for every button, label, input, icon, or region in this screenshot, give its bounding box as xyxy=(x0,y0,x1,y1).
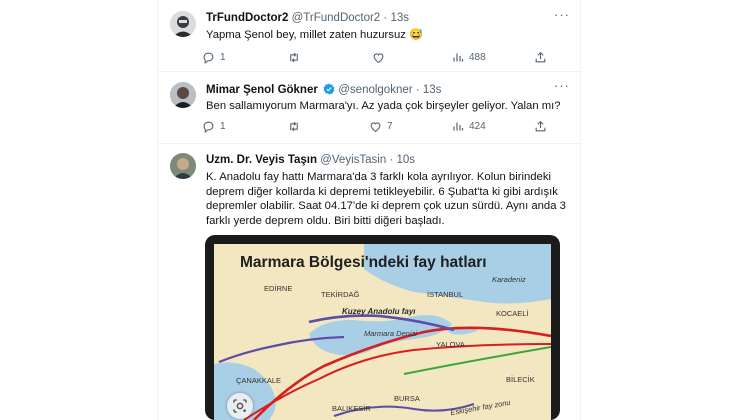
map-label-karadeniz: Karadeniz xyxy=(492,275,526,284)
like-button[interactable] xyxy=(372,51,390,64)
author-name[interactable]: Mimar Şenol Gökner xyxy=(206,84,318,96)
tweet-actions: 1 488 xyxy=(202,51,572,67)
tweet-text-line: farklı yerde deprem oldu. Biri bitti diğ… xyxy=(206,214,445,227)
tweet-header: TrFundDoctor2 @TrFundDoctor2 · 13s xyxy=(206,12,409,24)
share-button[interactable] xyxy=(534,120,547,133)
map-label-edirne: EDİRNE xyxy=(264,284,293,293)
views-icon xyxy=(453,53,464,62)
map-label-bursa: BURSA xyxy=(394,394,420,403)
share-icon xyxy=(535,120,546,132)
map-label-tekirdag: TEKİRDAĞ xyxy=(321,290,360,299)
retweet-icon xyxy=(290,52,298,63)
tweet-text: Ben sallamıyorum Marmara'yı. Az yada çok… xyxy=(206,100,561,112)
views-icon xyxy=(453,122,464,131)
map-label-balikesir: BALIKESİR xyxy=(332,404,371,413)
retweet-icon xyxy=(290,121,298,132)
google-lens-icon xyxy=(233,399,247,413)
tweet-text: K. Anadolu fay hattı Marmara'da 3 farklı… xyxy=(206,170,568,228)
author-name[interactable]: Uzm. Dr. Veyis Taşın xyxy=(206,154,317,166)
views-count: 424 xyxy=(469,121,486,132)
google-lens-button[interactable] xyxy=(227,393,253,419)
like-count: 7 xyxy=(387,121,393,132)
reply-icon xyxy=(203,121,214,133)
tweet-actions: 1 7 424 xyxy=(202,120,572,136)
avatar[interactable] xyxy=(170,11,196,37)
tweet-media-image[interactable]: Marmara Bölgesi'ndeki fay hatları Karade… xyxy=(205,235,560,420)
views-button[interactable]: 424 xyxy=(452,120,486,133)
reply-count: 1 xyxy=(220,52,226,63)
like-icon xyxy=(370,122,381,133)
timestamp[interactable]: · 13s xyxy=(383,12,409,24)
fault-line-green xyxy=(403,346,551,375)
reply-count: 1 xyxy=(220,121,226,132)
views-count: 488 xyxy=(469,52,486,63)
more-icon[interactable]: ··· xyxy=(554,78,570,93)
author-handle[interactable]: @senolgokner xyxy=(338,84,412,96)
map-label-istanbul: İSTANBUL xyxy=(427,290,464,299)
tweet-text-line: deprem diğer kollarda ki depremi tetikle… xyxy=(206,185,558,198)
avatar[interactable] xyxy=(170,153,196,179)
page: TrFundDoctor2 @TrFundDoctor2 · 13s ··· Y… xyxy=(0,0,730,420)
like-icon xyxy=(373,53,384,64)
tweet-text-line: depremler olabilir. Saat 04.17'de ki dep… xyxy=(206,200,566,212)
author-name[interactable]: TrFundDoctor2 xyxy=(206,12,288,24)
map-label-yalova: YALOVA xyxy=(436,340,465,349)
tweet-header: Uzm. Dr. Veyis Taşın @VeyisTasin · 10s xyxy=(206,154,415,166)
timestamp[interactable]: · 10s xyxy=(389,154,415,166)
map-title: Marmara Bölgesi'ndeki fay hatları xyxy=(240,254,487,271)
timestamp[interactable]: · 13s xyxy=(416,84,442,96)
map-label-kocaeli: KOCAELİ xyxy=(496,309,529,318)
tweet-2[interactable]: Mimar Şenol Gökner @senolgokner · 13s ··… xyxy=(158,72,582,144)
author-handle[interactable]: @VeyisTasin xyxy=(320,154,386,166)
share-button[interactable] xyxy=(534,51,547,64)
reply-icon xyxy=(203,52,214,64)
tweet-1[interactable]: TrFundDoctor2 @TrFundDoctor2 · 13s ··· Y… xyxy=(158,0,582,72)
tweet-text: Yapma Şenol bey, millet zaten huzursuz 😅 xyxy=(206,29,424,41)
author-handle[interactable]: @TrFundDoctor2 xyxy=(292,12,381,24)
map-label-bilecik: BİLECİK xyxy=(506,375,535,384)
retweet-button[interactable] xyxy=(287,51,306,64)
like-button[interactable]: 7 xyxy=(369,120,393,133)
tweet-header: Mimar Şenol Gökner @senolgokner · 13s xyxy=(206,83,441,96)
retweet-button[interactable] xyxy=(287,120,306,133)
more-icon[interactable]: ··· xyxy=(554,7,570,22)
reply-button[interactable]: 1 xyxy=(202,51,226,64)
map-label-sea: Marmara Denizi xyxy=(364,329,417,338)
fault-map: Marmara Bölgesi'ndeki fay hatları Karade… xyxy=(214,244,551,420)
tweet-text-line: K. Anadolu fay hattı Marmara'da 3 farklı… xyxy=(206,171,552,183)
verified-badge-icon xyxy=(323,83,335,95)
views-button[interactable]: 488 xyxy=(452,51,486,64)
reply-button[interactable]: 1 xyxy=(202,120,226,133)
share-icon xyxy=(535,51,546,63)
map-label-fault: Kuzey Anadolu fayı xyxy=(342,307,416,316)
map-label-canakkale: ÇANAKKALE xyxy=(236,376,282,385)
avatar[interactable] xyxy=(170,82,196,108)
